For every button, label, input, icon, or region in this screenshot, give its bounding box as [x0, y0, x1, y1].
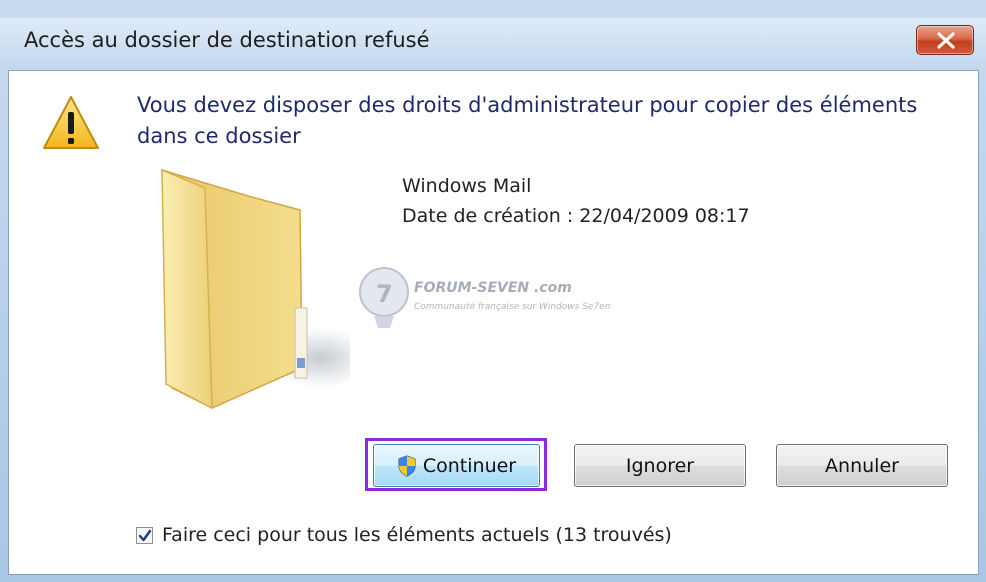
folder-icon	[161, 168, 350, 410]
warning-triangle-icon	[43, 96, 99, 149]
ignore-button-label: Ignorer	[625, 454, 695, 477]
uac-shield-icon	[398, 454, 416, 477]
watermark-text: FORUM-SEVEN .com	[414, 280, 572, 296]
close-button[interactable]	[916, 25, 974, 55]
cancel-button[interactable]: Annuler	[776, 444, 948, 487]
globe-logo-icon: 7	[359, 267, 409, 328]
close-x-icon	[937, 32, 955, 49]
continue-button[interactable]: Continuer	[373, 444, 540, 487]
apply-to-all-checkbox[interactable]	[136, 527, 153, 544]
watermark-subtitle: Communauté française sur Windows Se7en	[414, 302, 611, 312]
item-name: Windows Mail	[402, 175, 532, 197]
continue-button-label: Continuer	[422, 454, 517, 477]
apply-to-all-label[interactable]: Faire ceci pour tous les éléments actuel…	[162, 524, 672, 546]
checkmark-icon	[138, 529, 152, 542]
item-date: Date de création : 22/04/2009 08:17	[402, 205, 750, 227]
svg-text:7: 7	[376, 280, 393, 308]
cancel-button-label: Annuler	[825, 454, 899, 477]
watermark: 7 FORUM-SEVEN .com Communauté française …	[356, 264, 646, 336]
message-text: Vous devez disposer des droits d'adminis…	[137, 93, 918, 148]
ignore-button[interactable]: Ignorer	[574, 444, 746, 487]
dialog-title: Accès au dossier de destination refusé	[24, 28, 430, 52]
